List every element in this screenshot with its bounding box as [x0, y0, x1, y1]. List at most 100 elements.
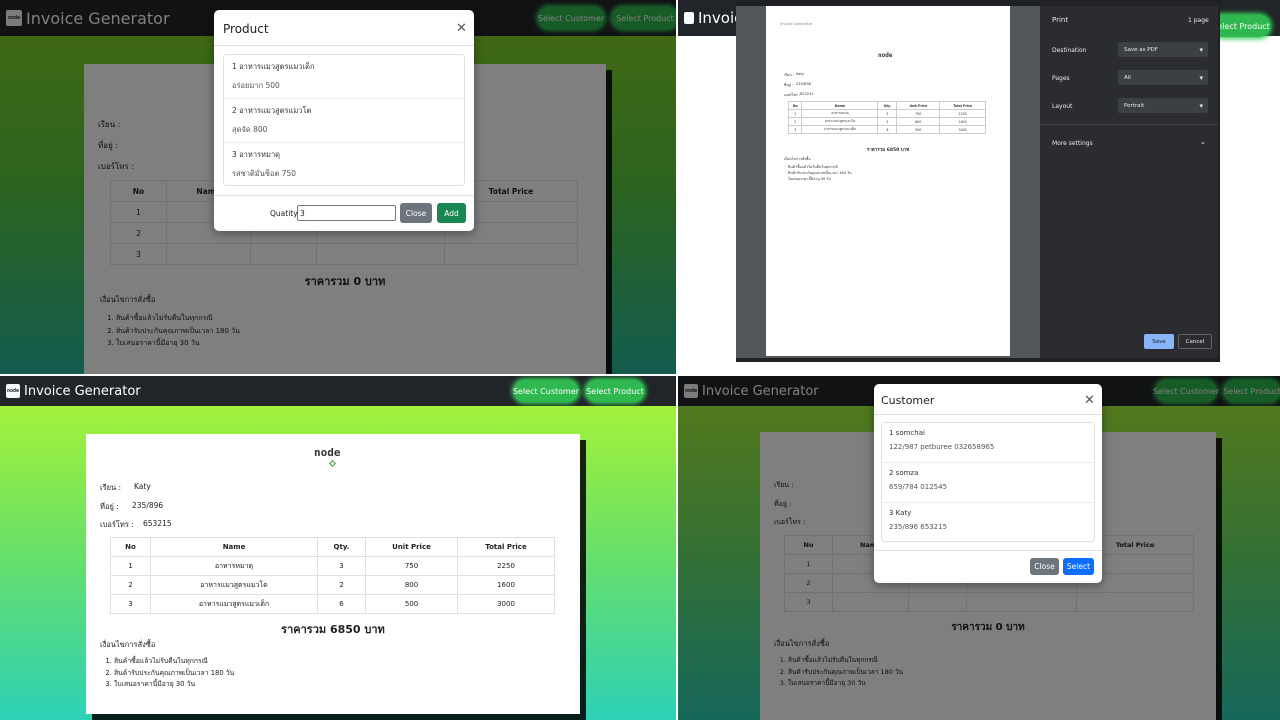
- invoice-paper: node เรียน : Katy ที่อยู่ : 235/896 เบอร…: [86, 434, 580, 714]
- col-name: Name: [150, 537, 318, 557]
- cell-qty: 2: [877, 117, 898, 126]
- list-item[interactable]: 1 somchai 122/987 petburee 032658965: [882, 423, 1094, 463]
- col-qty: Qty.: [877, 101, 898, 110]
- save-button[interactable]: Save: [1144, 334, 1174, 349]
- select-product-button[interactable]: Select Product: [1212, 15, 1270, 37]
- print-dialog: Invoice Generator node เรียน : Katy ที่อ…: [736, 0, 1220, 362]
- preview-terms-heading: เงื่อนไขการสั่งซื้อ: [784, 157, 811, 161]
- preview-to-value: Katy: [796, 72, 805, 76]
- address-label: ที่อยู่ :: [100, 502, 119, 511]
- cell-qty: 3: [317, 556, 366, 576]
- terms-heading: เงื่อนไขการสั่งซื้อ: [100, 640, 156, 649]
- pages-select[interactable]: All: [1118, 70, 1208, 85]
- customer-name: 1 somchai: [889, 429, 925, 437]
- product-name: 1 อาหารแมวสูตรแมวเด็ก: [232, 62, 315, 71]
- cell-no: 3: [110, 594, 151, 614]
- cell-unit: 500: [896, 125, 941, 134]
- cell-no: 2: [110, 575, 151, 595]
- page-count: 1 page: [1188, 17, 1209, 24]
- pages-label: Pages: [1052, 75, 1070, 82]
- cell-name: อาหารหมาดุ: [150, 556, 318, 576]
- close-icon[interactable]: ✕: [1084, 394, 1095, 407]
- table-row: 2 อาหารแมวสูตรแมวโต 2 800 1600: [787, 117, 986, 126]
- address-value: 235/896: [132, 501, 164, 510]
- layout-label: Layout: [1052, 103, 1073, 110]
- col-unit-price: Unit Price: [365, 537, 458, 557]
- cell-qty: 3: [877, 109, 898, 118]
- product-modal-screen: node Invoice Generator Select Customer S…: [0, 0, 676, 374]
- preview-address-value: 235/896: [796, 82, 811, 86]
- customer-detail: 235/896 653215: [889, 523, 948, 531]
- list-item[interactable]: 2 somza 659/784 012545: [882, 463, 1094, 503]
- cell-unit: 800: [365, 575, 458, 595]
- node-logo-icon: node: [878, 52, 893, 59]
- modal-divider: [874, 550, 1102, 551]
- close-button[interactable]: Close: [1030, 558, 1059, 575]
- cell-name: อาหารแมวสูตรแมวโต: [801, 117, 879, 126]
- customer-detail: 659/784 012545: [889, 483, 948, 491]
- select-button[interactable]: Select: [1063, 558, 1094, 575]
- quantity-input[interactable]: 3: [297, 205, 396, 221]
- brand[interactable]: node Invoice Generator: [6, 384, 141, 399]
- table-row: 3 อาหารแมวสูตรแมวเด็ก 6 500 3000: [787, 125, 986, 134]
- table-header-row: No Name Qty. Unit Price Total Price: [787, 101, 986, 110]
- cell-no: 3: [787, 125, 803, 134]
- preview-header: Invoice Generator: [780, 22, 813, 26]
- close-button[interactable]: Close: [400, 203, 432, 223]
- cell-unit: 750: [896, 109, 941, 118]
- table-row: 1 อาหารหมาดุ 3 750 2250: [110, 556, 555, 576]
- destination-select[interactable]: Save as PDF: [1118, 42, 1208, 57]
- table-row: 2 อาหารแมวสูตรแมวโต 2 800 1600: [110, 575, 555, 595]
- list-item[interactable]: 1 อาหารแมวสูตรแมวเด็ก อร่อยมาก 500: [224, 55, 464, 99]
- customer-name: 3 Katy: [889, 509, 912, 517]
- cell-no: 1: [787, 109, 803, 118]
- cell-qty: 6: [877, 125, 898, 134]
- preview-total: ราคารวม 6850 บาท: [866, 148, 910, 153]
- list-item[interactable]: 3 Katy 235/896 653215: [882, 503, 1094, 541]
- preview-terms-item: ใบเสนอราคานี้มีอายุ 30 วัน: [788, 177, 831, 181]
- nav-buttons: Select Product: [1212, 15, 1270, 37]
- customer-modal: Customer ✕ 1 somchai 122/987 petburee 03…: [874, 384, 1102, 583]
- col-qty: Qty.: [317, 537, 366, 557]
- invoice-total: ราคารวม 6850 บาท: [281, 623, 385, 636]
- print-dialog-screen: Invoice Generator Select Product Invoice…: [678, 0, 1280, 374]
- modal-title: Product: [223, 22, 269, 36]
- layout-select[interactable]: Portrait: [1118, 98, 1208, 113]
- chevron-down-icon[interactable]: ⌄: [1200, 138, 1206, 146]
- preview-page: Invoice Generator node เรียน : Katy ที่อ…: [766, 6, 1010, 356]
- cell-unit: 500: [365, 594, 458, 614]
- cell-total: 3000: [939, 125, 986, 134]
- preview-table: No Name Qty. Unit Price Total Price 1 อา…: [787, 101, 986, 134]
- terms-item: สินค้าซื้อแล้วไม่รับคืนในทุกกรณี: [114, 656, 234, 668]
- preview-to: เรียน :: [784, 73, 795, 77]
- print-title: Print: [1052, 16, 1069, 24]
- list-item[interactable]: 2 อาหารแมวสูตรแมวโต สุดจัด 800: [224, 99, 464, 143]
- quantity-label: Quatity: [270, 209, 298, 218]
- cell-total: 3000: [457, 594, 555, 614]
- print-settings-panel: Print 1 page Destination Save as PDF Pag…: [1040, 6, 1218, 358]
- more-settings-toggle[interactable]: More settings: [1052, 140, 1093, 147]
- navbar: node Invoice Generator Select Customer S…: [0, 376, 676, 406]
- cell-total: 2250: [939, 109, 986, 118]
- col-no: No: [110, 537, 151, 557]
- destination-label: Destination: [1052, 47, 1087, 54]
- cell-total: 1600: [457, 575, 555, 595]
- modal-divider: [214, 195, 474, 196]
- add-button[interactable]: Add: [437, 203, 466, 223]
- settings-divider: [1040, 124, 1218, 125]
- col-no: No: [787, 101, 803, 110]
- select-customer-button[interactable]: Select Customer: [513, 380, 579, 402]
- node-logo-icon: [684, 12, 694, 24]
- cell-no: 2: [787, 117, 803, 126]
- cell-total: 2250: [457, 556, 555, 576]
- customer-detail: 122/987 petburee 032658965: [889, 443, 995, 451]
- node-logo-icon: node: [6, 384, 20, 398]
- customer-name: 2 somza: [889, 469, 919, 477]
- modal-divider: [214, 45, 474, 46]
- col-unit-price: Unit Price: [896, 101, 941, 110]
- list-item[interactable]: 3 อาหารหมาดุ รสชาติมั่นช็อต 750: [224, 143, 464, 185]
- customer-list: 1 somchai 122/987 petburee 032658965 2 s…: [881, 422, 1095, 542]
- cancel-button[interactable]: Cancel: [1178, 334, 1212, 349]
- close-icon[interactable]: ✕: [456, 22, 467, 35]
- select-product-button[interactable]: Select Product: [586, 380, 644, 402]
